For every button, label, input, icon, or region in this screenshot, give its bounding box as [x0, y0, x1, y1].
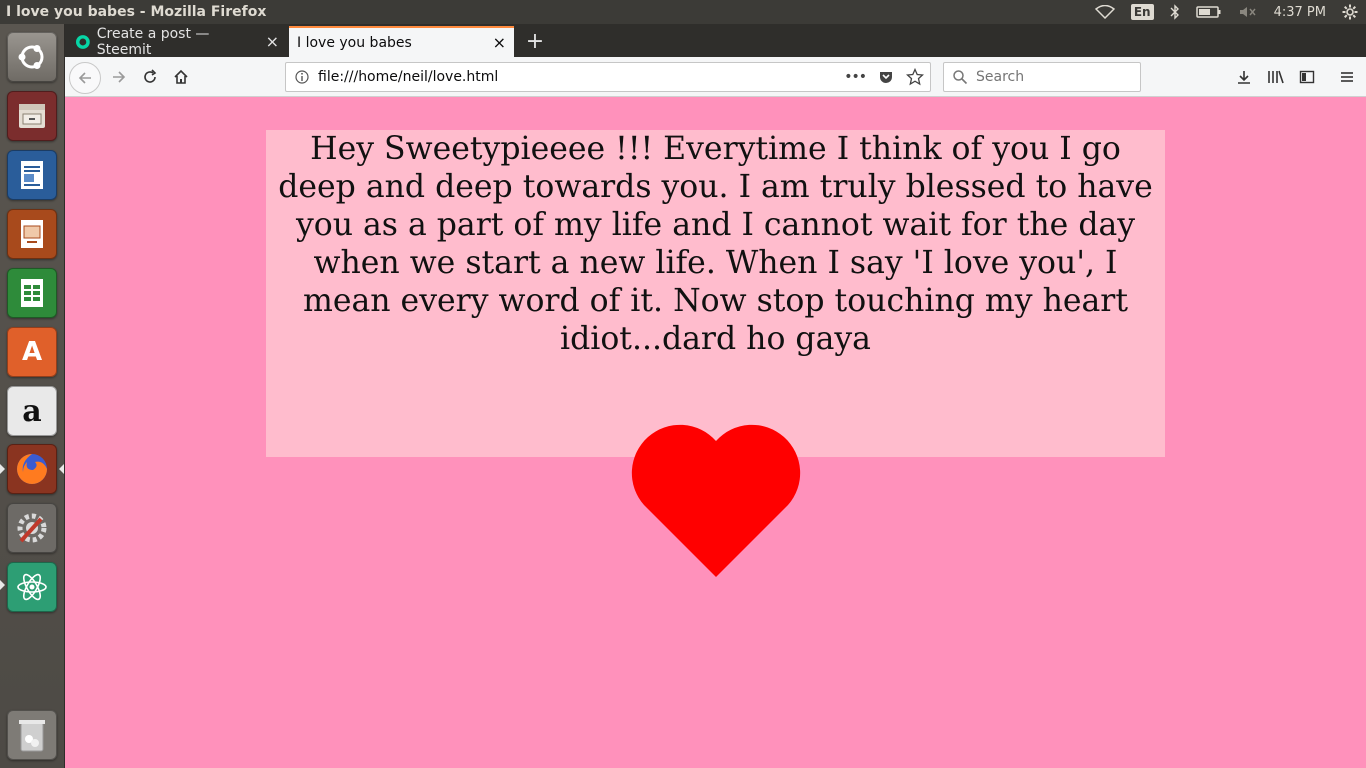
- launcher-libreoffice-calc[interactable]: [7, 268, 57, 318]
- trash-icon: [19, 720, 45, 752]
- launcher-atom[interactable]: [7, 562, 57, 612]
- url-text: file:///home/neil/love.html: [318, 69, 499, 85]
- launcher-libreoffice-impress[interactable]: [7, 209, 57, 259]
- bookmark-star-icon[interactable]: [906, 68, 924, 86]
- reload-icon: [144, 69, 157, 83]
- forward-arrow-icon: [113, 71, 126, 83]
- love-message: Hey Sweetypieeee !!! Everytime I think o…: [278, 131, 1153, 357]
- sidebar-button[interactable]: [1293, 63, 1321, 91]
- launcher-libreoffice-writer[interactable]: [7, 150, 57, 200]
- settings-tools-icon: [17, 513, 47, 543]
- launcher-firefox[interactable]: [7, 444, 57, 494]
- launcher-focus-indicator: [59, 464, 64, 474]
- clock[interactable]: 4:37 PM: [1266, 0, 1334, 24]
- system-tray: En 4:37 PM: [1087, 0, 1366, 24]
- launcher-running-indicator-atom: [0, 580, 5, 590]
- ubuntu-logo-icon: [18, 45, 44, 69]
- site-info-icon[interactable]: [294, 69, 310, 85]
- launcher-ubuntu-software[interactable]: A: [7, 327, 57, 377]
- settings-gear-icon[interactable]: [1334, 0, 1366, 24]
- keyboard-language[interactable]: En: [1123, 0, 1162, 24]
- back-button[interactable]: [69, 62, 101, 94]
- hamburger-menu-icon: [1341, 72, 1353, 82]
- window-title: I love you babes - Mozilla Firefox: [6, 4, 267, 20]
- amazon-icon: a: [22, 393, 42, 429]
- library-icon: [1268, 70, 1284, 84]
- downloads-button[interactable]: [1230, 63, 1258, 91]
- unity-launcher: A a: [0, 24, 65, 768]
- home-icon: [174, 69, 188, 84]
- keyboard-language-label: En: [1130, 4, 1154, 20]
- launcher-running-indicator: [0, 464, 5, 474]
- writer-document-icon: [21, 161, 43, 189]
- new-tab-button[interactable]: +: [520, 26, 550, 57]
- sidebar-icon: [1299, 70, 1315, 84]
- download-icon: [1238, 71, 1250, 84]
- launcher-files[interactable]: [7, 91, 57, 141]
- launcher-trash[interactable]: [7, 710, 57, 760]
- back-arrow-icon: [78, 72, 91, 84]
- impress-presentation-icon: [21, 220, 43, 248]
- menu-button[interactable]: [1333, 63, 1361, 91]
- bluetooth-icon[interactable]: [1162, 0, 1188, 24]
- library-button[interactable]: [1262, 63, 1290, 91]
- home-button[interactable]: [167, 63, 195, 91]
- tab-steemit[interactable]: Create a post — Steemit ×: [67, 25, 287, 58]
- launcher-ubuntu-dash[interactable]: [7, 32, 57, 82]
- wifi-icon[interactable]: [1087, 0, 1123, 24]
- calc-spreadsheet-icon: [21, 279, 43, 307]
- tab-love-close-icon[interactable]: ×: [493, 33, 506, 52]
- tab-steemit-label: Create a post — Steemit: [96, 25, 210, 58]
- tab-steemit-close-icon[interactable]: ×: [266, 32, 279, 51]
- tab-bar: Create a post — Steemit × I love you bab…: [65, 24, 1366, 58]
- launcher-amazon[interactable]: a: [7, 386, 57, 436]
- atom-icon: [17, 573, 47, 601]
- pocket-icon[interactable]: [878, 69, 894, 85]
- top-panel: I love you babes - Mozilla Firefox En 4:…: [0, 0, 1366, 24]
- nav-bar: file:///home/neil/love.html •••: [65, 57, 1366, 97]
- search-input[interactable]: [974, 68, 1128, 86]
- volume-muted-icon[interactable]: [1230, 0, 1266, 24]
- software-bag-icon: A: [21, 337, 43, 367]
- message-box: Hey Sweetypieeee !!! Everytime I think o…: [266, 130, 1165, 457]
- url-bar[interactable]: file:///home/neil/love.html •••: [285, 62, 931, 92]
- steemit-favicon-icon: [75, 34, 90, 49]
- reload-button[interactable]: [136, 63, 164, 91]
- search-icon: [953, 70, 968, 85]
- tab-love[interactable]: I love you babes ×: [289, 26, 514, 57]
- launcher-system-settings[interactable]: [7, 503, 57, 553]
- search-bar[interactable]: [943, 62, 1141, 92]
- battery-icon[interactable]: [1188, 0, 1230, 24]
- page-content: Hey Sweetypieeee !!! Everytime I think o…: [65, 97, 1366, 768]
- file-cabinet-icon: [19, 104, 45, 128]
- page-actions-icon[interactable]: •••: [844, 69, 867, 85]
- tab-love-label: I love you babes: [297, 34, 412, 51]
- firefox-icon: [17, 454, 47, 484]
- forward-button[interactable]: [105, 63, 133, 91]
- heart-icon: [631, 424, 801, 577]
